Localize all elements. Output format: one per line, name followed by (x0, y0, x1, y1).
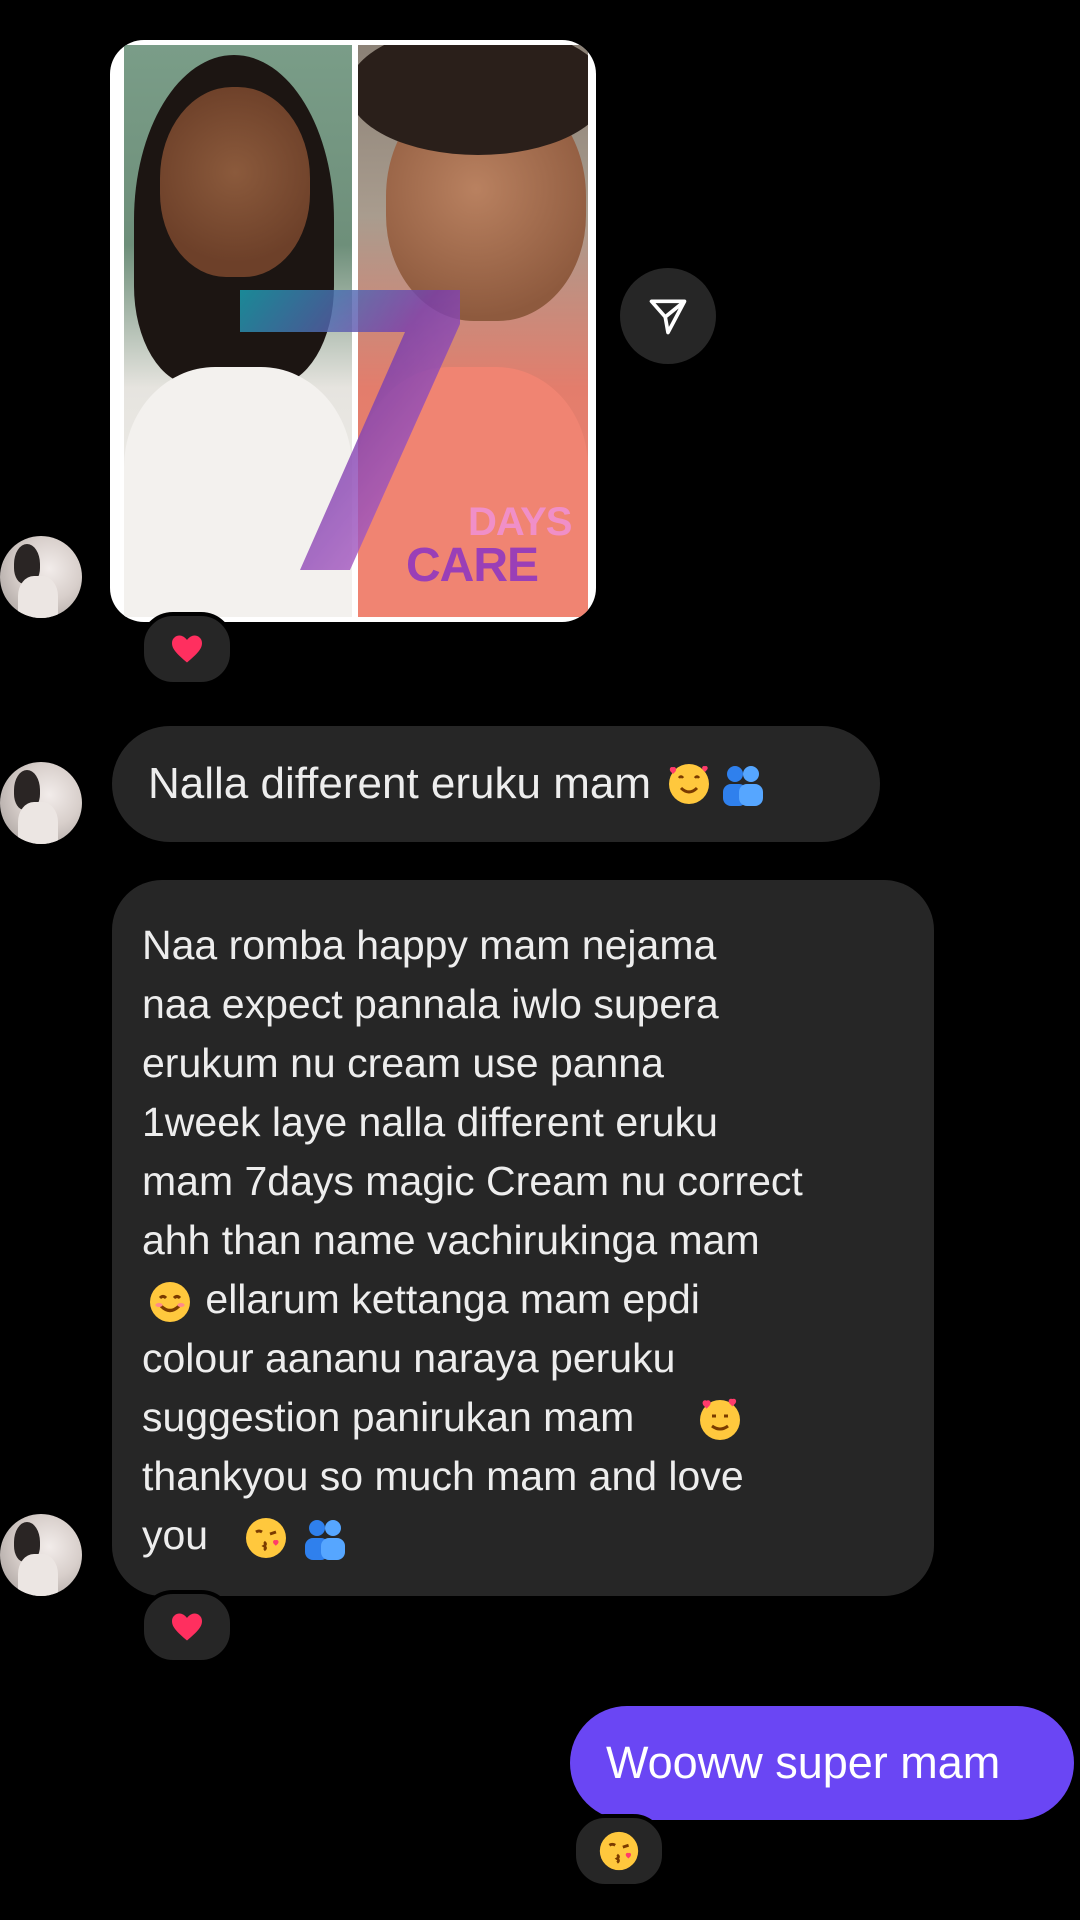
message-line: Naa romba happy mam nejama (142, 922, 717, 968)
heart-icon (172, 635, 202, 663)
kiss-reaction[interactable] (572, 1814, 666, 1888)
message-bubble[interactable]: Naa romba happy mam nejama naa expect pa… (112, 880, 934, 1596)
sender-avatar[interactable] (0, 762, 82, 844)
logo-days-text: DAYS (468, 500, 572, 544)
heart-reaction[interactable] (140, 612, 234, 686)
message-line-with-emoji: you (142, 1506, 904, 1565)
heart-reaction[interactable] (140, 1590, 234, 1664)
message-line-with-emoji: ellarum kettanga mam epdi (142, 1270, 904, 1329)
sender-avatar[interactable] (0, 1514, 82, 1596)
sender-avatar[interactable] (0, 536, 82, 618)
send-paper-plane-icon (649, 299, 687, 335)
heart-icon (172, 1613, 202, 1641)
two-people-hugging-icon (722, 766, 763, 806)
brand-wordmark: DAYS CARE (350, 502, 580, 590)
message-line: thankyou so much mam and love (142, 1453, 744, 1499)
message-line-text: ellarum kettanga mam epdi (194, 1276, 700, 1322)
face-with-hearts-icon (699, 1398, 740, 1441)
message-text: Wooww super mam (606, 1737, 1001, 1788)
message-line: 1week laye nalla different eruku (142, 1099, 718, 1145)
message-line: mam 7days magic Cream nu correct (142, 1158, 803, 1204)
shared-photo-message[interactable]: DAYS CARE (110, 40, 596, 622)
message-line-text: suggestion panirukan mam (142, 1394, 635, 1440)
message-line: ahh than name vachirukinga mam (142, 1217, 760, 1263)
two-people-hugging-icon (304, 1520, 345, 1561)
message-line: naa expect pannala iwlo supera (142, 981, 719, 1027)
message-text: Nalla different eruku mam (148, 759, 651, 808)
face-blowing-a-kiss-icon (245, 1518, 286, 1559)
smiling-face-icon (150, 1282, 190, 1323)
logo-care-text: CARE (406, 539, 539, 592)
my-message-bubble[interactable]: Wooww super mam (570, 1706, 1074, 1820)
message-line-with-emoji: suggestion panirukan mam (142, 1388, 904, 1447)
share-button[interactable] (620, 268, 716, 364)
face-blowing-a-kiss-icon (599, 1831, 639, 1871)
message-line: erukum nu cream use panna (142, 1040, 664, 1086)
message-bubble[interactable]: Nalla different eruku mam (112, 726, 880, 842)
smiling-face-with-hearts-icon (668, 764, 709, 804)
message-line: colour aananu naraya peruku (142, 1335, 676, 1381)
message-line-text: you (142, 1512, 209, 1558)
